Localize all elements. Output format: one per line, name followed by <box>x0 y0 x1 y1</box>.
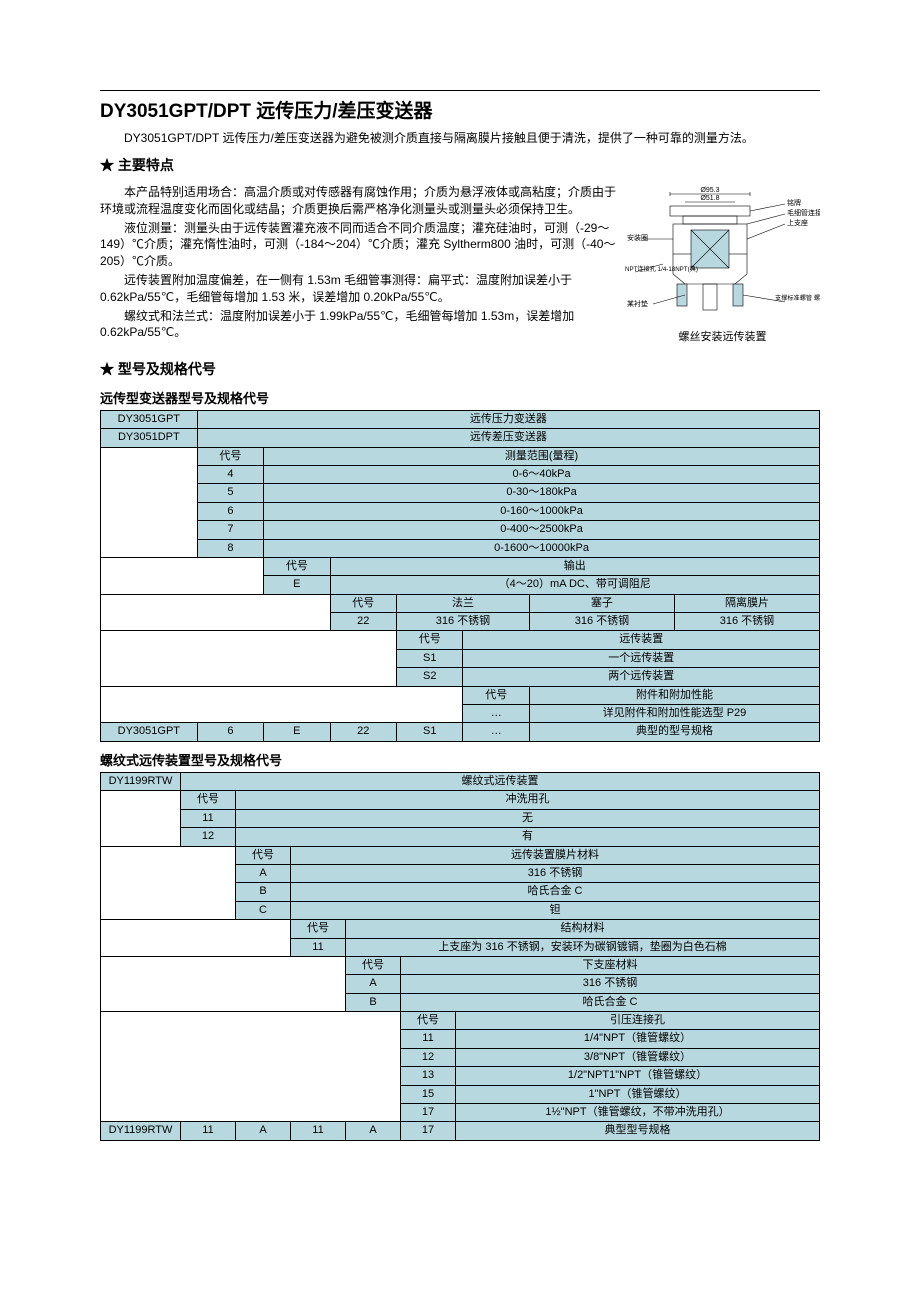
table-row: 12有 <box>101 828 820 846</box>
star-icon: ★ <box>100 157 114 173</box>
features-heading: ★ 主要特点 <box>100 156 820 176</box>
table-row: 代号 引压连接孔 <box>101 1012 820 1030</box>
table-row: 代号 远传装置膜片材料 <box>101 846 820 864</box>
features-section: Ø95.3 Ø51.8 铭牌 <box>100 184 820 350</box>
table-row: 代号 冲洗用孔 <box>101 791 820 809</box>
star-icon: ★ <box>100 361 114 377</box>
table-row: 代号 下支座材料 <box>101 956 820 974</box>
table-row: 80-1600～10000kPa <box>101 539 820 557</box>
table-row: DY1199RTW 螺纹式远传装置 <box>101 772 820 790</box>
desc-cell: 远传压力变送器 <box>197 410 819 428</box>
table-row: 代号 法兰 塞子 隔离膜片 <box>101 594 820 612</box>
mounting-diagram-icon: Ø95.3 Ø51.8 铭牌 <box>625 184 820 324</box>
svg-text:铭牌: 铭牌 <box>787 198 801 207</box>
svg-text:Ø51.8: Ø51.8 <box>700 195 719 202</box>
table-row: 60-160～1000kPa <box>101 502 820 520</box>
figure-caption: 螺丝安装远传装置 <box>625 330 820 345</box>
table-row: 代号 结构材料 <box>101 920 820 938</box>
svg-text:Ø95.3: Ø95.3 <box>700 187 719 194</box>
intro-text: DY3051GPT/DPT 远传压力/差压变送器为避免被测介质直接与隔离膜片接触… <box>100 130 820 147</box>
range-hdr: 测量范围(量程) <box>264 447 820 465</box>
table-row: 11无 <box>101 809 820 827</box>
table-row: 40-6～40kPa <box>101 465 820 483</box>
table1-heading: 远传型变送器型号及规格代号 <box>100 390 820 408</box>
models-heading: ★ 型号及规格代号 <box>100 360 820 380</box>
table-row: DY3051GPT 远传压力变送器 <box>101 410 820 428</box>
table-row: 代号 输出 <box>101 557 820 575</box>
table-row: 代号 远传装置 <box>101 631 820 649</box>
model-cell: DY3051DPT <box>101 429 198 447</box>
features-heading-text: 主要特点 <box>118 157 174 173</box>
table-row: 70-400～2500kPa <box>101 521 820 539</box>
table-row: DY3051GPT 6 E 22 S1 … 典型的型号规格 <box>101 723 820 741</box>
table2-heading: 螺纹式远传装置型号及规格代号 <box>100 752 820 770</box>
mounting-figure: Ø95.3 Ø51.8 铭牌 <box>625 184 820 344</box>
svg-text:NPT连接孔 1/4-18NPT(典): NPT连接孔 1/4-18NPT(典) <box>625 265 698 273</box>
desc-cell: 远传差压变送器 <box>197 429 819 447</box>
table-row: 代号 测量范围(量程) <box>101 447 820 465</box>
table-row: DY3051DPT 远传差压变送器 <box>101 429 820 447</box>
svg-text:安装圈: 安装圈 <box>627 233 648 242</box>
table-row: 50-30～180kPa <box>101 484 820 502</box>
page-title: DY3051GPT/DPT 远传压力/差压变送器 <box>100 99 820 126</box>
table-row: 代号 附件和附加性能 <box>101 686 820 704</box>
threaded-remote-spec-table: DY1199RTW 螺纹式远传装置 代号 冲洗用孔 11无 12有 代号 远传装… <box>100 772 820 1141</box>
svg-text:支撑标准螺管 螺纹或承压连接: 支撑标准螺管 螺纹或承压连接 <box>775 294 820 302</box>
model-cell: DY3051GPT <box>101 410 198 428</box>
top-rule <box>100 90 820 91</box>
table-row: DY1199RTW 11 A 11 A 17 典型型号规格 <box>101 1122 820 1140</box>
svg-text:某衬垫: 某衬垫 <box>627 299 648 308</box>
svg-text:上支座: 上支座 <box>787 218 808 227</box>
models-heading-text: 型号及规格代号 <box>118 361 216 377</box>
code-hdr: 代号 <box>197 447 263 465</box>
transmitter-spec-table: DY3051GPT 远传压力变送器 DY3051DPT 远传差压变送器 代号 测… <box>100 410 820 742</box>
svg-text:毛细管连接: 毛细管连接 <box>787 208 820 217</box>
